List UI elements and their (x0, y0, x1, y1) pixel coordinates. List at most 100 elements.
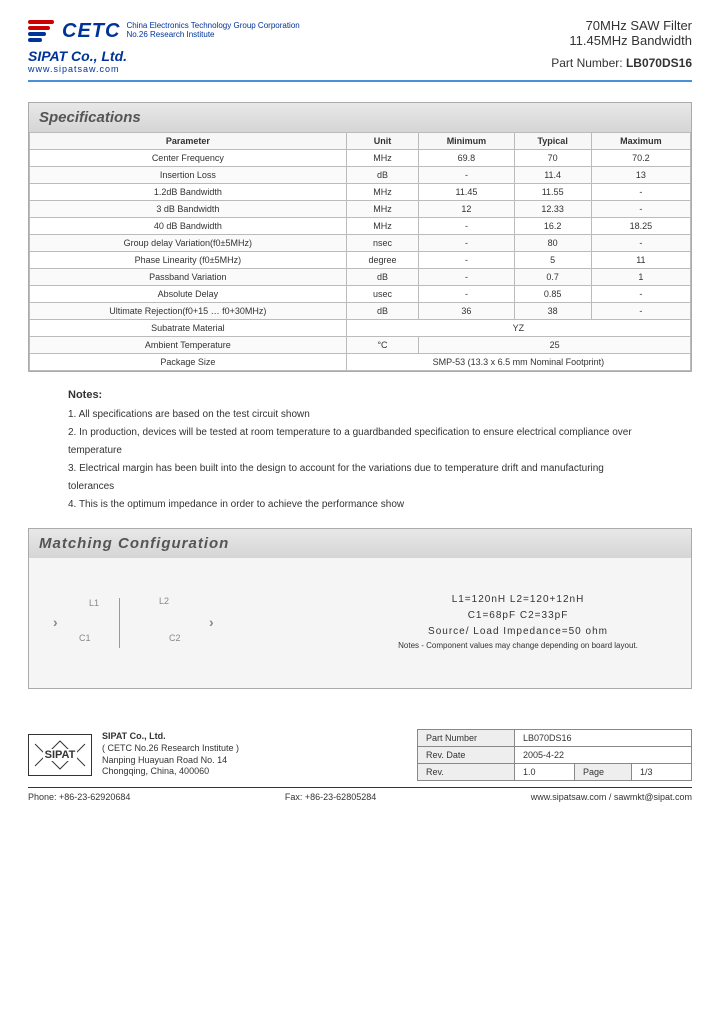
footer-date-value: 2005-4-22 (515, 746, 692, 763)
table-cell: Ambient Temperature (30, 337, 347, 354)
page-header: CETC China Electronics Technology Group … (28, 18, 692, 82)
table-cell: - (419, 252, 514, 269)
part-number-value: LB070DS16 (626, 56, 692, 70)
c2-label: C2 (169, 633, 181, 643)
table-cell: MHz (346, 150, 419, 167)
footer-date-label: Rev. Date (418, 746, 515, 763)
table-cell: nsec (346, 235, 419, 252)
table-row: Group delay Variation(f0±5MHz)nsec-80- (30, 235, 691, 252)
footer-rev-label: Rev. (418, 763, 515, 780)
table-row: Ambient Temperature°C25 (30, 337, 691, 354)
table-cell: Group delay Variation(f0±5MHz) (30, 235, 347, 252)
bottom-contact-line: Phone: +86-23-62920684 Fax: +86-23-62805… (28, 787, 692, 802)
table-cell: degree (346, 252, 419, 269)
table-cell: 18.25 (591, 218, 690, 235)
footer-part-value: LB070DS16 (515, 729, 692, 746)
table-row: Package SizeSMP-53 (13.3 x 6.5 mm Nomina… (30, 354, 691, 371)
sipat-logo-icon: SIPAT (28, 734, 92, 776)
table-row: Subatrate MaterialYZ (30, 320, 691, 337)
table-cell: - (419, 218, 514, 235)
table-cell: dB (346, 167, 419, 184)
table-cell: 3 dB Bandwidth (30, 201, 347, 218)
table-cell: Absolute Delay (30, 286, 347, 303)
table-header: Parameter (30, 133, 347, 150)
table-cell: 0.7 (514, 269, 591, 286)
note-item: 2. In production, devices will be tested… (68, 424, 652, 460)
website-url: www.sipatsaw.com (28, 64, 300, 74)
table-cell: 12 (419, 201, 514, 218)
table-header: Minimum (419, 133, 514, 150)
notes-title: Notes: (68, 386, 652, 406)
l1-label: L1 (89, 598, 99, 608)
table-row: 40 dB BandwidthMHz-16.218.25 (30, 218, 691, 235)
sipat-logo-text: SIPAT (43, 749, 78, 761)
table-cell: - (419, 235, 514, 252)
table-header: Unit (346, 133, 419, 150)
table-cell: YZ (346, 320, 690, 337)
table-cell: 25 (419, 337, 691, 354)
table-cell: °C (346, 337, 419, 354)
table-cell: 16.2 (514, 218, 591, 235)
footer-block: SIPAT SIPAT Co., Ltd. ( CETC No.26 Resea… (28, 729, 692, 781)
specifications-section: Specifications ParameterUnitMinimumTypic… (28, 102, 692, 372)
table-cell: Subatrate Material (30, 320, 347, 337)
phone-text: Phone: +86-23-62920684 (28, 792, 130, 802)
matching-note: Notes - Component values may change depe… (365, 640, 671, 653)
note-item: 1. All specifications are based on the t… (68, 406, 652, 424)
footer-table: Part Number LB070DS16 Rev. Date 2005-4-2… (417, 729, 692, 781)
table-cell: dB (346, 269, 419, 286)
specifications-title: Specifications (29, 103, 691, 132)
table-row: 3 dB BandwidthMHz1212.33- (30, 201, 691, 218)
matching-section: Matching Configuration › L1 C1 L2 C2 › L… (28, 528, 692, 689)
table-cell: 1.2dB Bandwidth (30, 184, 347, 201)
table-cell: 38 (514, 303, 591, 320)
table-row: Absolute Delayusec-0.85- (30, 286, 691, 303)
matching-line3: Source/ Load Impedance=50 ohm (365, 624, 671, 640)
footer-rev-value: 1.0 (515, 763, 575, 780)
table-row: Phase Linearity (f0±5MHz)degree-511 (30, 252, 691, 269)
table-cell: Phase Linearity (f0±5MHz) (30, 252, 347, 269)
table-cell: 1 (591, 269, 690, 286)
table-row: Ultimate Rejection(f0+15 … f0+30MHz)dB36… (30, 303, 691, 320)
table-cell: - (591, 303, 690, 320)
table-row: Insertion LossdB-11.413 (30, 167, 691, 184)
table-cell: MHz (346, 184, 419, 201)
footer-page-value: 1/3 (632, 763, 692, 780)
table-row: Passband VariationdB-0.71 (30, 269, 691, 286)
sipat-company: SIPAT Co., Ltd. (28, 48, 300, 64)
table-row: Center FrequencyMHz69.87070.2 (30, 150, 691, 167)
table-cell: 11.45 (419, 184, 514, 201)
table-cell: 80 (514, 235, 591, 252)
table-cell: 69.8 (419, 150, 514, 167)
table-cell: MHz (346, 218, 419, 235)
table-cell: - (419, 269, 514, 286)
l2-label: L2 (159, 596, 169, 606)
table-cell: 70 (514, 150, 591, 167)
part-number-label: Part Number: (551, 56, 622, 70)
cetc-subtitle-2: No.26 Research Institute (126, 31, 299, 40)
cetc-brand: CETC (62, 20, 120, 42)
matching-line2: C1=68pF C2=33pF (365, 608, 671, 624)
table-cell: - (591, 201, 690, 218)
table-cell: 36 (419, 303, 514, 320)
table-cell: MHz (346, 201, 419, 218)
table-cell: 11.4 (514, 167, 591, 184)
table-cell: 11.55 (514, 184, 591, 201)
footer-part-label: Part Number (418, 729, 515, 746)
fax-text: Fax: +86-23-62805284 (285, 792, 376, 802)
product-title-2: 11.45MHz Bandwidth (551, 33, 692, 48)
table-header: Typical (514, 133, 591, 150)
matching-title: Matching Configuration (29, 529, 691, 558)
footer-institute: ( CETC No.26 Research Institute ) (102, 743, 239, 755)
table-cell: 0.85 (514, 286, 591, 303)
table-cell: SMP-53 (13.3 x 6.5 mm Nominal Footprint) (346, 354, 690, 371)
arrow-right-icon: › (53, 614, 58, 630)
table-cell: Ultimate Rejection(f0+15 … f0+30MHz) (30, 303, 347, 320)
table-cell: 13 (591, 167, 690, 184)
notes-section: Notes: 1. All specifications are based o… (68, 386, 652, 514)
cetc-logo-icon (28, 18, 56, 44)
arrow-right-icon: › (209, 614, 214, 630)
table-cell: 40 dB Bandwidth (30, 218, 347, 235)
table-cell: - (419, 167, 514, 184)
c1-label: C1 (79, 633, 91, 643)
